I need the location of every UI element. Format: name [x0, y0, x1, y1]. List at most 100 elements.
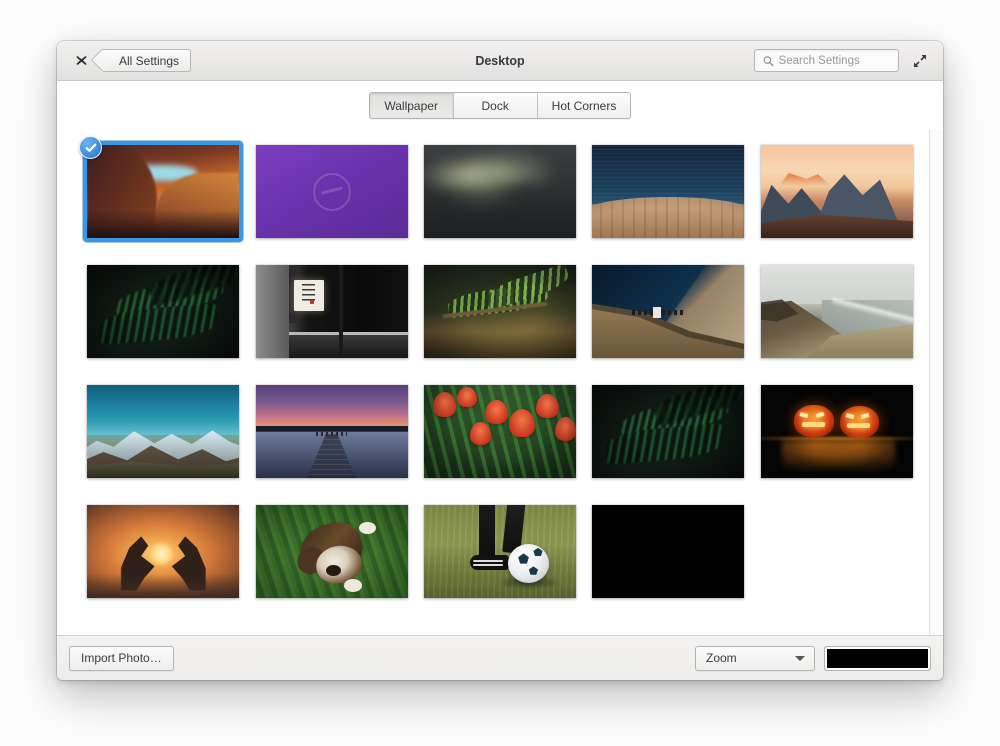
wallpaper-image — [256, 385, 408, 478]
wallpaper-image — [761, 145, 913, 238]
wallpaper-cell[interactable] — [248, 498, 416, 605]
wallpaper-thumbnail-dark-clouds[interactable] — [424, 145, 576, 238]
wallpaper-thumbnail-coastal-dunes[interactable] — [761, 265, 913, 358]
search-input[interactable] — [779, 55, 890, 67]
art-layer — [359, 522, 376, 534]
art-layer — [473, 564, 503, 566]
art-layer — [339, 265, 343, 358]
wallpaper-image — [256, 265, 408, 358]
tab-wallpaper[interactable]: Wallpaper — [370, 93, 454, 118]
wallpaper-thumbnail-slot-canyon[interactable] — [83, 141, 243, 242]
wallpaper-thumbnail-solid-black[interactable] — [592, 505, 744, 598]
wallpaper-thumbnail-dark-ferns-2[interactable] — [592, 385, 744, 478]
art-layer — [87, 210, 239, 238]
tab-dock[interactable]: Dock — [454, 93, 538, 118]
expand-icon — [913, 54, 927, 68]
wallpaper-art — [87, 145, 239, 238]
wallpaper-image — [424, 385, 576, 478]
wallpaper-cell[interactable] — [416, 378, 584, 485]
wallpaper-cell[interactable] — [416, 498, 584, 605]
wallpaper-thumbnail-soccer-ball[interactable] — [424, 505, 576, 598]
maximize-button[interactable] — [909, 50, 931, 72]
back-to-all-settings-button[interactable]: All Settings — [103, 49, 191, 72]
wallpaper-art — [424, 265, 576, 358]
wallpaper-thumbnail-green-branch[interactable] — [424, 265, 576, 358]
wallpaper-thumbnail-dark-ferns[interactable] — [87, 265, 239, 358]
wallpaper-thumbnail-elementary-purple[interactable] — [256, 145, 408, 238]
wallpaper-thumbnail-wooden-pier-ocean[interactable] — [592, 145, 744, 238]
tab-bar-area: Wallpaper Dock Hot Corners — [57, 81, 943, 130]
tab-bar: Wallpaper Dock Hot Corners — [369, 92, 632, 119]
wallpaper-art — [592, 385, 744, 478]
wallpaper-cell[interactable] — [248, 258, 416, 365]
wallpaper-thumbnail-beagle-puppy[interactable] — [256, 505, 408, 598]
art-layer — [847, 423, 870, 428]
wallpaper-image — [424, 505, 576, 598]
wallpaper-cell[interactable] — [584, 138, 752, 245]
wallpaper-thumbnail-cliff-lighthouse[interactable] — [592, 265, 744, 358]
art-layer — [592, 145, 744, 204]
wallpaper-art — [87, 385, 239, 478]
wallpaper-art — [87, 265, 239, 358]
wallpaper-thumbnail-jack-o-lanterns[interactable] — [761, 385, 913, 478]
wallpaper-cell[interactable] — [79, 378, 247, 485]
art-layer — [294, 280, 324, 311]
wallpaper-cell[interactable] — [584, 498, 752, 605]
wallpaper-thumbnail-orange-tulips[interactable] — [424, 385, 576, 478]
scrollbar-track[interactable] — [929, 130, 943, 635]
art-layer — [653, 307, 661, 318]
close-button[interactable] — [71, 51, 91, 71]
wallpaper-art — [256, 385, 408, 478]
art-layer — [87, 385, 239, 435]
background-color-swatch[interactable] — [824, 646, 931, 671]
art-layer — [424, 385, 576, 478]
wallpaper-image — [761, 385, 913, 478]
wallpaper-image — [87, 505, 239, 598]
wallpaper-grid-area — [57, 130, 943, 635]
wallpaper-art — [424, 385, 576, 478]
tab-hot-corners[interactable]: Hot Corners — [538, 93, 631, 118]
zoom-mode-value: Zoom — [706, 651, 737, 665]
wallpaper-image — [87, 385, 239, 478]
search-input-wrapper[interactable] — [754, 49, 899, 72]
wallpaper-image — [592, 145, 744, 238]
wallpaper-thumbnail-heart-hands-sunset[interactable] — [87, 505, 239, 598]
wallpaper-cell[interactable] — [79, 138, 247, 245]
art-layer — [592, 385, 744, 478]
wallpaper-thumbnail-snowy-mountains[interactable] — [87, 385, 239, 478]
wallpaper-cell[interactable] — [753, 138, 921, 245]
bottom-toolbar: Import Photo… Zoom — [57, 635, 943, 680]
wallpaper-image — [87, 265, 239, 358]
wallpaper-cell[interactable] — [584, 378, 752, 485]
wallpaper-art — [761, 145, 913, 238]
art-layer — [473, 560, 503, 562]
wallpaper-thumbnail-mountain-sunset[interactable] — [761, 145, 913, 238]
wallpaper-cell[interactable] — [753, 378, 921, 485]
window-titlebar: All Settings Desktop — [57, 41, 943, 81]
wallpaper-cell[interactable] — [416, 138, 584, 245]
wallpaper-grid — [57, 130, 943, 605]
wallpaper-cell[interactable] — [248, 378, 416, 485]
wallpaper-thumbnail-japanese-lantern[interactable] — [256, 265, 408, 358]
wallpaper-art — [256, 145, 408, 238]
art-layer — [802, 422, 825, 427]
wallpaper-cell[interactable] — [79, 498, 247, 605]
wallpaper-cell[interactable] — [416, 258, 584, 365]
wallpaper-image — [424, 265, 576, 358]
wallpaper-image — [256, 145, 408, 238]
art-layer — [424, 265, 576, 358]
art-layer — [470, 555, 510, 570]
art-layer — [256, 385, 408, 428]
import-photo-button[interactable]: Import Photo… — [69, 646, 174, 671]
zoom-mode-dropdown[interactable]: Zoom — [695, 646, 815, 671]
art-layer — [316, 432, 346, 437]
wallpaper-cell[interactable] — [79, 258, 247, 365]
wallpaper-art — [424, 145, 576, 238]
wallpaper-art — [87, 505, 239, 598]
wallpaper-cell[interactable] — [584, 258, 752, 365]
wallpaper-cell[interactable] — [753, 258, 921, 365]
wallpaper-thumbnail-dock-at-dusk[interactable] — [256, 385, 408, 478]
wallpaper-cell[interactable] — [248, 138, 416, 245]
chevron-down-icon — [795, 656, 805, 661]
art-layer — [289, 334, 408, 358]
